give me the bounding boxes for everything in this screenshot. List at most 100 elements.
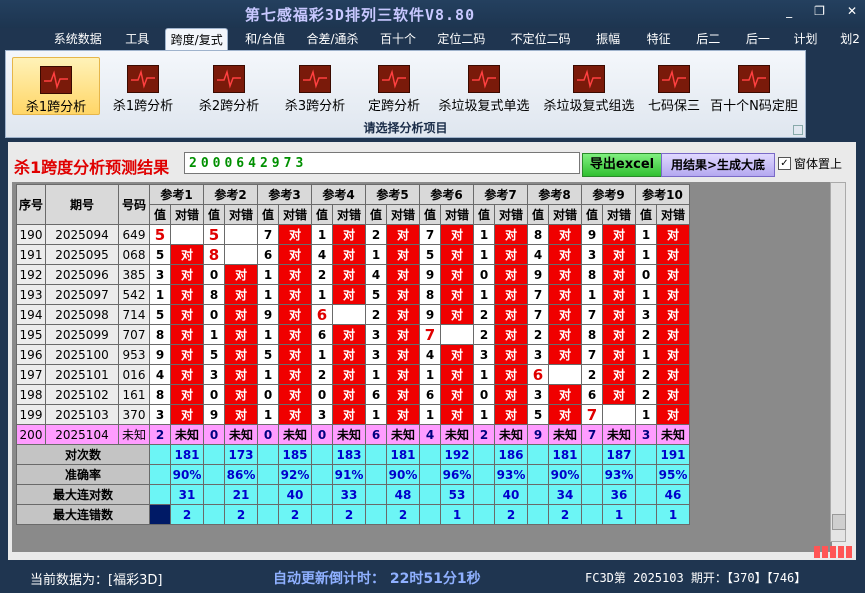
menu-9[interactable]: 振幅	[589, 28, 627, 50]
menu-10[interactable]: 特征	[639, 28, 679, 50]
value-cell: 2	[473, 424, 495, 445]
value-cell: 6	[365, 384, 387, 405]
topmost-checkbox[interactable]: ✓	[778, 157, 791, 170]
value-cell: 1	[257, 264, 279, 285]
menu-1[interactable]: 系统数据	[50, 28, 105, 50]
seq-cell: 196	[16, 344, 46, 365]
menu-4[interactable]: 和/合值	[240, 28, 289, 50]
analysis-chart-icon	[658, 65, 690, 93]
seq-cell: 197	[16, 364, 46, 385]
scrollbar-thumb[interactable]	[832, 514, 846, 530]
result-cell: 对	[170, 304, 204, 325]
ribbon-button-6[interactable]: 杀垃圾复式单选	[434, 57, 534, 114]
table-row: 193 2025097 542 1 对 8 对 1 对 1 对 5 对 8 对 1 对 7 对 1 对 1 对	[16, 284, 690, 305]
menu-7[interactable]: 定位二码	[431, 28, 492, 50]
stat-value-cell: 1	[656, 504, 690, 525]
ribbon-button-7[interactable]: 杀垃圾复式组选	[539, 57, 639, 114]
value-cell: 7	[419, 324, 441, 345]
table-row: 195 2025099 707 8 对 1 对 1 对 6 对 3 对 7 2 对 2 对 8 对 2 对	[16, 324, 690, 345]
menu-8[interactable]: 不定位二码	[504, 28, 577, 50]
value-cell: 0	[311, 384, 333, 405]
stat-value-cell: 53	[440, 484, 474, 505]
ribbon-button-3[interactable]: 杀2跨分析	[188, 57, 270, 114]
close-button[interactable]: ✕	[847, 4, 857, 18]
result-value-field[interactable]: 2000642973	[184, 152, 580, 174]
menu-6[interactable]: 百十个	[375, 28, 421, 50]
ribbon-button-label: 杀1跨分析	[25, 100, 87, 115]
ribbon-panel: 请选择分析项目 杀1跨分析 杀1跨分析 杀2跨分析 杀3跨分析 定跨分析 杀垃圾复式单选杀…	[5, 50, 806, 138]
value-cell: 1	[419, 364, 441, 385]
result-cell	[224, 244, 258, 265]
menu-14[interactable]: 划2	[835, 28, 865, 50]
table-row: 199 2025103 370 3 对 9 对 1 对 3 对 1 对 1 对 1 对 5 对 7 1 对	[16, 404, 690, 425]
value-cell: 3	[149, 404, 171, 425]
ribbon-expand-icon[interactable]	[793, 125, 803, 135]
value-cell: 4	[311, 244, 333, 265]
result-cell: 对	[332, 384, 366, 405]
menu-11[interactable]: 后二	[690, 28, 726, 50]
result-cell: 对	[494, 384, 528, 405]
menu-5[interactable]: 合差/通杀	[302, 28, 363, 50]
number-cell: 714	[118, 304, 150, 325]
ribbon-button-1[interactable]: 杀1跨分析	[12, 57, 100, 115]
ribbon-button-9[interactable]: 百十个N码定胆	[708, 57, 800, 114]
result-subheader: 对错	[278, 204, 312, 225]
restore-button[interactable]: ❐	[814, 4, 825, 18]
value-cell: 5	[419, 244, 441, 265]
result-cell: 未知	[278, 424, 312, 445]
current-data-status: 当前数据为：[福彩3D]	[30, 573, 163, 588]
result-cell	[224, 224, 258, 245]
result-cell: 对	[170, 404, 204, 425]
table-row: 200 2025104 未知 2 未知 0 未知 0 未知 0 未知 6 未知 4 未知 2 未知 9 未知 7 未知 3…	[16, 424, 690, 445]
result-cell: 对	[656, 384, 690, 405]
ribbon-button-label: 杀3跨分析	[284, 99, 346, 114]
result-panel: 杀1跨度分析预测结果 2000642973 导出excel 用结果>生成大底 ✓…	[8, 142, 856, 560]
value-cell: 1	[581, 284, 603, 305]
menu-2[interactable]: 工具	[119, 28, 155, 50]
value-cell: 1	[311, 344, 333, 365]
topmost-label: 窗体置上	[794, 157, 843, 171]
menu-12[interactable]: 后一	[738, 28, 778, 50]
value-cell: 8	[581, 324, 603, 345]
result-cell: 对	[494, 324, 528, 345]
value-subheader: 值	[419, 204, 441, 225]
ref-header: 参考4	[311, 184, 366, 205]
value-cell: 9	[149, 344, 171, 365]
result-cell: 对	[278, 284, 312, 305]
stat-blank-cell	[203, 444, 225, 465]
value-cell: 3	[365, 324, 387, 345]
topmost-checkbox-group[interactable]: ✓ 窗体置上	[778, 155, 842, 172]
result-cell: 对	[224, 264, 258, 285]
number-cell: 953	[118, 344, 150, 365]
seq-cell: 190	[16, 224, 46, 245]
menu-3[interactable]: 跨度/复式	[165, 28, 229, 51]
value-cell: 1	[473, 364, 495, 385]
ribbon-button-8[interactable]: 七码保三	[644, 57, 704, 114]
ribbon-button-5[interactable]: 定跨分析	[359, 57, 429, 114]
period-cell: 2025094	[45, 224, 119, 245]
period-cell: 2025102	[45, 384, 119, 405]
generate-base-button[interactable]: 用结果>生成大底	[661, 153, 775, 177]
value-subheader: 值	[311, 204, 333, 225]
value-cell: 1	[635, 284, 657, 305]
stat-blank-cell	[365, 504, 387, 525]
seq-cell: 192	[16, 264, 46, 285]
value-cell: 9	[419, 264, 441, 285]
value-cell: 2	[635, 364, 657, 385]
number-cell: 707	[118, 324, 150, 345]
menu-13[interactable]: 计划	[788, 28, 824, 50]
result-cell: 对	[494, 224, 528, 245]
minimize-button[interactable]: _	[786, 4, 792, 18]
stat-blank-cell	[419, 444, 441, 465]
value-cell: 2	[311, 364, 333, 385]
ribbon-button-4[interactable]: 杀3跨分析	[274, 57, 356, 114]
result-cell: 对	[332, 264, 366, 285]
period-header: 期号	[45, 184, 119, 225]
stat-blank-cell	[203, 504, 225, 525]
vertical-scrollbar[interactable]	[830, 182, 846, 542]
export-excel-button[interactable]: 导出excel	[582, 153, 662, 177]
stat-blank-cell	[203, 464, 225, 485]
ribbon-button-2[interactable]: 杀1跨分析	[102, 57, 184, 114]
value-cell: 4	[419, 424, 441, 445]
value-cell: 0	[203, 384, 225, 405]
